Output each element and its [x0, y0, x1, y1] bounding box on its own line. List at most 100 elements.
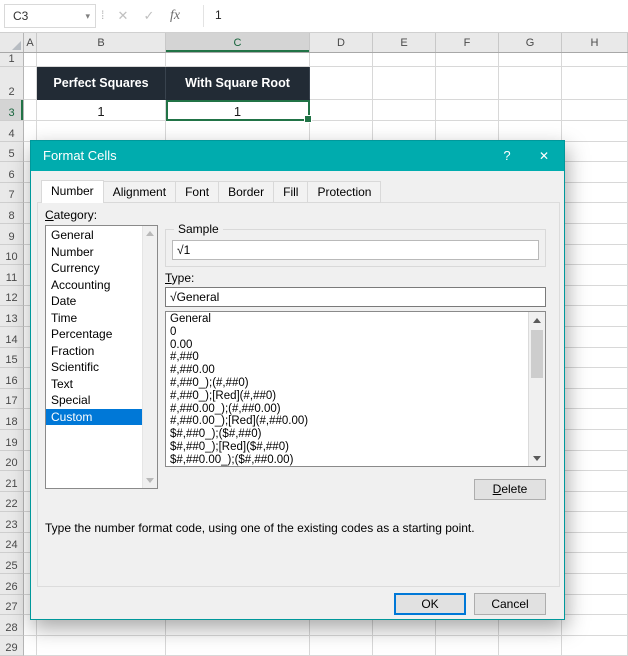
- cell-b2[interactable]: Perfect Squares: [37, 67, 166, 100]
- row-header-3[interactable]: 3: [0, 100, 24, 121]
- cell-h9[interactable]: [562, 223, 628, 245]
- row-header-11[interactable]: 11: [0, 265, 24, 286]
- dialog-close-icon[interactable]: ✕: [527, 141, 561, 171]
- tab-border[interactable]: Border: [218, 181, 275, 203]
- cell-e1[interactable]: [373, 53, 436, 67]
- column-header-f[interactable]: F: [436, 33, 499, 52]
- tab-protection[interactable]: Protection: [307, 181, 382, 203]
- category-item-time[interactable]: Time: [46, 310, 142, 327]
- category-item-percentage[interactable]: Percentage: [46, 326, 142, 343]
- cell-h25[interactable]: [562, 553, 628, 575]
- cell-h16[interactable]: [562, 368, 628, 389]
- cell-h12[interactable]: [562, 285, 628, 307]
- type-option-7[interactable]: #,##0.00_);(#,##0.00): [166, 403, 528, 416]
- type-option-11[interactable]: $#,##0.00_);($#,##0.00): [166, 454, 528, 467]
- cell-h3[interactable]: [562, 100, 628, 121]
- insert-function-icon[interactable]: fx: [164, 0, 186, 32]
- row-header-6[interactable]: 6: [0, 162, 24, 183]
- cell-h14[interactable]: [562, 326, 628, 348]
- category-item-custom[interactable]: Custom: [46, 408, 142, 425]
- cell-a1[interactable]: [24, 53, 37, 67]
- cell-d3[interactable]: [310, 100, 373, 121]
- scroll-up-icon[interactable]: [146, 231, 154, 236]
- row-header-8[interactable]: 8: [0, 203, 24, 224]
- row-header-9[interactable]: 9: [0, 223, 24, 245]
- cell-h11[interactable]: [562, 265, 628, 286]
- cell-h24[interactable]: [562, 532, 628, 554]
- cell-f2[interactable]: [436, 67, 499, 100]
- cell-f29[interactable]: [436, 635, 499, 656]
- dialog-title-bar[interactable]: Format Cells ? ✕: [31, 141, 564, 171]
- row-header-15[interactable]: 15: [0, 347, 24, 369]
- cell-h27[interactable]: [562, 594, 628, 616]
- scroll-down-icon[interactable]: [146, 478, 154, 483]
- cell-c2[interactable]: With Square Root: [166, 67, 310, 100]
- type-option-5[interactable]: #,##0_);(#,##0): [166, 377, 528, 390]
- cell-h13[interactable]: [562, 306, 628, 327]
- row-header-24[interactable]: 24: [0, 532, 24, 554]
- row-header-19[interactable]: 19: [0, 429, 24, 451]
- cancel-button[interactable]: Cancel: [474, 593, 546, 615]
- cell-h19[interactable]: [562, 429, 628, 451]
- row-header-28[interactable]: 28: [0, 615, 24, 636]
- category-item-number[interactable]: Number: [46, 244, 142, 261]
- row-header-29[interactable]: 29: [0, 635, 24, 656]
- type-option-4[interactable]: #,##0.00: [166, 364, 528, 377]
- cell-h20[interactable]: [562, 450, 628, 472]
- type-scrollbar[interactable]: [528, 312, 545, 466]
- cell-a4[interactable]: [24, 121, 37, 142]
- cell-c4[interactable]: [166, 121, 310, 142]
- formula-bar-input[interactable]: 1: [215, 0, 222, 31]
- type-option-1[interactable]: 0: [166, 326, 528, 339]
- row-header-23[interactable]: 23: [0, 512, 24, 533]
- type-option-8[interactable]: #,##0.00_);[Red](#,##0.00): [166, 415, 528, 428]
- cell-g4[interactable]: [499, 121, 562, 142]
- tab-alignment[interactable]: Alignment: [102, 181, 177, 203]
- cell-h10[interactable]: [562, 244, 628, 266]
- cell-h23[interactable]: [562, 512, 628, 533]
- formula-bar-drag-handle-icon[interactable]: ⁞: [101, 0, 104, 31]
- type-option-3[interactable]: #,##0: [166, 351, 528, 364]
- cell-f3[interactable]: [436, 100, 499, 121]
- cell-e29[interactable]: [373, 635, 436, 656]
- category-scrollbar[interactable]: [142, 226, 157, 488]
- cell-g2[interactable]: [499, 67, 562, 100]
- column-header-g[interactable]: G: [499, 33, 562, 52]
- cell-d1[interactable]: [310, 53, 373, 67]
- dialog-help-button[interactable]: ?: [490, 141, 524, 171]
- row-header-22[interactable]: 22: [0, 491, 24, 513]
- type-option-0[interactable]: General: [166, 313, 528, 326]
- row-header-13[interactable]: 13: [0, 306, 24, 327]
- column-header-h[interactable]: H: [562, 33, 628, 52]
- name-box-dropdown-icon[interactable]: ▾: [85, 5, 90, 27]
- row-header-4[interactable]: 4: [0, 121, 24, 142]
- category-item-scientific[interactable]: Scientific: [46, 359, 142, 376]
- name-box[interactable]: C3 ▾: [4, 4, 96, 28]
- cell-h29[interactable]: [562, 635, 628, 656]
- type-input[interactable]: √General: [165, 287, 546, 307]
- cell-e2[interactable]: [373, 67, 436, 100]
- category-item-general[interactable]: General: [46, 227, 142, 244]
- cell-h18[interactable]: [562, 409, 628, 430]
- row-header-1[interactable]: 1: [0, 53, 24, 67]
- cell-d29[interactable]: [310, 635, 373, 656]
- cell-h5[interactable]: [562, 141, 628, 163]
- cell-h7[interactable]: [562, 182, 628, 204]
- cell-b4[interactable]: [37, 121, 166, 142]
- cell-b1[interactable]: [37, 53, 166, 67]
- cell-h6[interactable]: [562, 162, 628, 183]
- cell-h4[interactable]: [562, 121, 628, 142]
- cell-h15[interactable]: [562, 347, 628, 369]
- row-header-12[interactable]: 12: [0, 285, 24, 307]
- scroll-up-button[interactable]: [529, 312, 545, 328]
- cell-h17[interactable]: [562, 388, 628, 410]
- row-header-16[interactable]: 16: [0, 368, 24, 389]
- cell-c29[interactable]: [166, 635, 310, 656]
- category-item-text[interactable]: Text: [46, 376, 142, 393]
- category-item-special[interactable]: Special: [46, 392, 142, 409]
- cell-g1[interactable]: [499, 53, 562, 67]
- row-header-5[interactable]: 5: [0, 141, 24, 163]
- cell-c3[interactable]: 1: [166, 100, 312, 123]
- column-header-b[interactable]: B: [37, 33, 166, 52]
- cell-c1[interactable]: [166, 53, 310, 67]
